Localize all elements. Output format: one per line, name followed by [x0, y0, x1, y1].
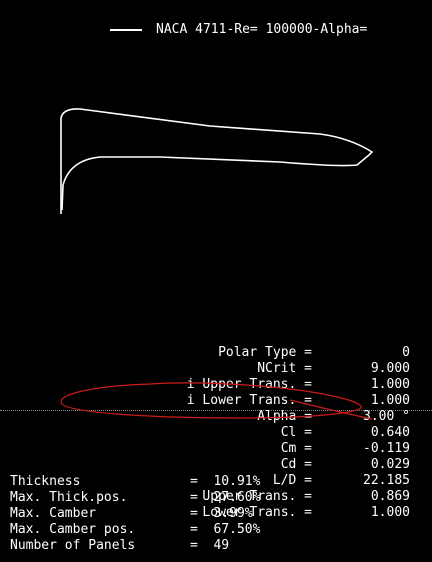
red-ellipse-mark [60, 382, 373, 420]
red-annotation-scribble [60, 382, 373, 420]
